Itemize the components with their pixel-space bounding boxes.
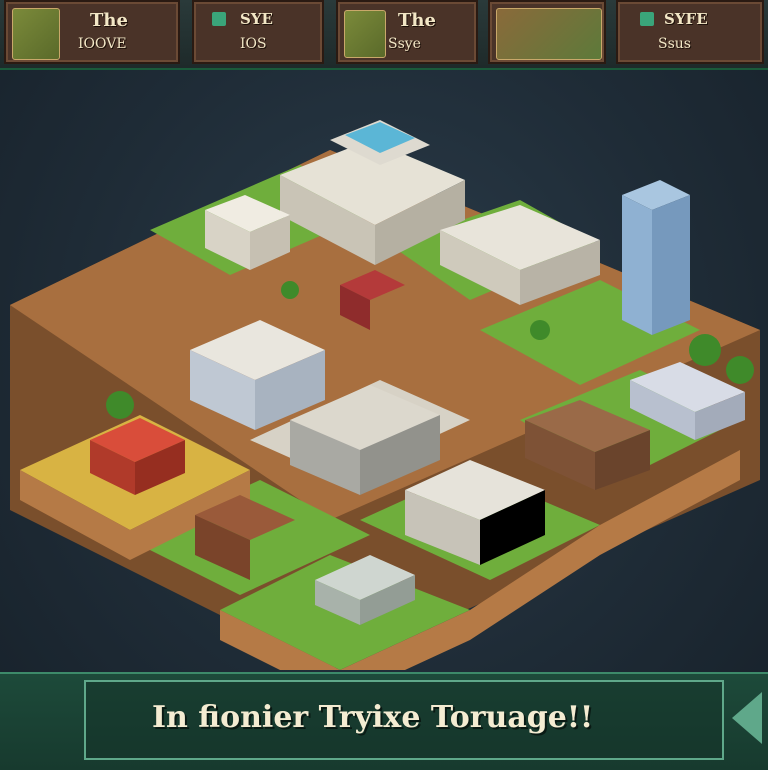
resource-card-title: SYE (240, 10, 273, 28)
resource-card-4[interactable] (488, 0, 606, 64)
banner-message: In fionier Tryixe Toruage!! (152, 700, 594, 735)
resource-card-5[interactable]: SYFE Ssus (616, 0, 764, 64)
resource-card-3[interactable]: The Ssye (336, 0, 478, 64)
resource-card-value: Ssye (388, 36, 421, 52)
top-hud: The IOOVE SYE IOS The Ssye SYFE Ssus (0, 0, 768, 70)
resource-card-title: The (90, 10, 128, 31)
resource-card-title: SYFE (664, 10, 708, 28)
message-panel: In fionier Tryixe Toruage!! (84, 680, 724, 760)
resource-card-value: Ssus (658, 36, 691, 52)
leaf-icon (640, 12, 654, 26)
building-thumbnail-icon (12, 8, 60, 60)
city-board[interactable] (0, 70, 768, 670)
map-thumbnail-icon (344, 10, 386, 58)
resource-card-2[interactable]: SYE IOS (192, 0, 324, 64)
resource-card-value: IOOVE (78, 36, 127, 52)
resource-card-title: The (398, 10, 436, 31)
message-banner: In fionier Tryixe Toruage!! (0, 672, 768, 770)
next-arrow-icon[interactable] (732, 692, 762, 744)
skyscraper-building[interactable] (622, 180, 690, 335)
resource-card-1[interactable]: The IOOVE (4, 0, 180, 64)
building-thumbnail-icon (496, 8, 602, 60)
gem-icon (212, 12, 226, 26)
resource-card-value: IOS (240, 36, 267, 52)
